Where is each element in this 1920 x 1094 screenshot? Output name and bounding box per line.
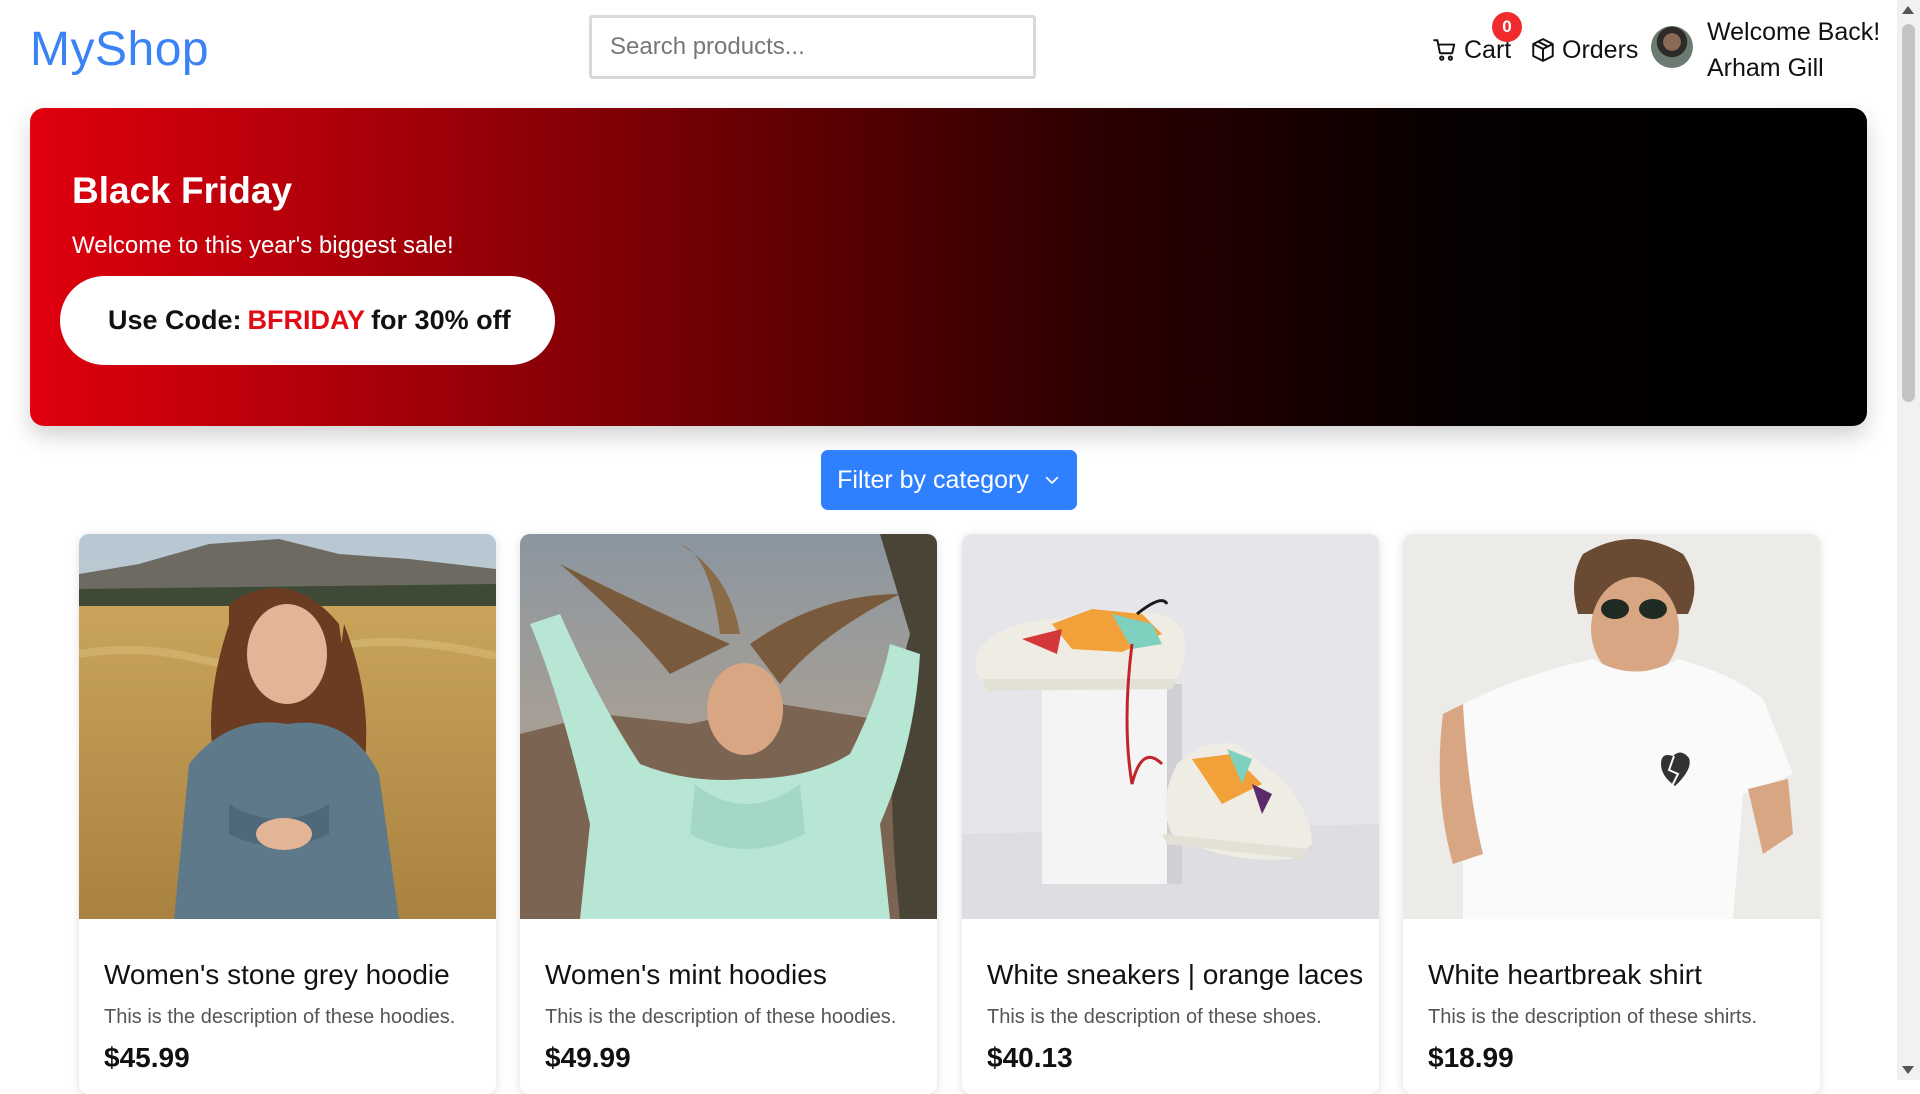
product-description: This is the description of these shoes. [987, 1006, 1322, 1028]
chevron-down-icon [1045, 476, 1059, 484]
scroll-down-arrow[interactable] [1902, 1066, 1914, 1074]
promo-banner: Black Friday Welcome to this year's bigg… [30, 108, 1867, 426]
scroll-up-arrow[interactable] [1902, 6, 1914, 14]
product-name[interactable]: Women's mint hoodies [545, 959, 827, 991]
product-card[interactable]: White heartbreak shirt This is the descr… [1403, 534, 1820, 1094]
orders-link[interactable]: Orders [1530, 30, 1638, 70]
product-price: $45.99 [104, 1042, 190, 1073]
product-image-sneakers[interactable] [962, 534, 1379, 919]
promo-code-prefix: Use Code: [108, 305, 242, 335]
banner-title: Black Friday [72, 170, 293, 211]
banner-subtitle: Welcome to this year's biggest sale! [72, 232, 454, 259]
page-scrollbar[interactable] [1897, 0, 1920, 1080]
user-greeting: Welcome Back! Arham Gill [1707, 14, 1880, 86]
product-image-hoodie-mint[interactable] [520, 534, 937, 919]
product-name[interactable]: White heartbreak shirt [1428, 959, 1702, 991]
box-icon [1532, 38, 1554, 62]
user-name: Arham Gill [1707, 54, 1824, 82]
product-price: $40.13 [987, 1042, 1073, 1073]
product-image-hoodie-grey[interactable] [79, 534, 496, 919]
promo-code: BFRIDAY [247, 305, 366, 335]
cart-count-badge: 0 [1492, 12, 1522, 42]
search-input[interactable] [589, 15, 1036, 79]
filter-by-category-button[interactable]: Filter by category [821, 450, 1077, 510]
product-description: This is the description of these shirts. [1428, 1006, 1758, 1028]
orders-label: Orders [1562, 35, 1639, 64]
product-description: This is the description of these hoodies… [104, 1006, 456, 1028]
product-card[interactable]: Women's stone grey hoodie This is the de… [79, 534, 496, 1094]
product-price: $49.99 [545, 1042, 631, 1073]
cart-icon [1433, 39, 1456, 61]
product-name[interactable]: Women's stone grey hoodie [104, 959, 450, 991]
cart-link[interactable]: Cart 0 [1432, 12, 1522, 70]
promo-code-pill: Use Code: BFRIDAY for 30% off [60, 276, 555, 365]
promo-code-suffix: for 30% off [371, 305, 511, 335]
product-price: $18.99 [1428, 1042, 1514, 1073]
product-image-white-shirt[interactable] [1403, 534, 1820, 919]
site-logo[interactable]: MyShop [30, 22, 209, 77]
product-card[interactable]: Women's mint hoodies This is the descrip… [520, 534, 937, 1094]
product-name[interactable]: White sneakers | orange laces [987, 959, 1363, 991]
avatar[interactable] [1651, 26, 1693, 68]
product-card[interactable]: White sneakers | orange laces This is th… [962, 534, 1379, 1094]
product-description: This is the description of these hoodies… [545, 1006, 897, 1028]
filter-label: Filter by category [837, 465, 1029, 494]
welcome-text: Welcome Back! [1707, 18, 1881, 46]
scroll-thumb[interactable] [1902, 24, 1915, 402]
